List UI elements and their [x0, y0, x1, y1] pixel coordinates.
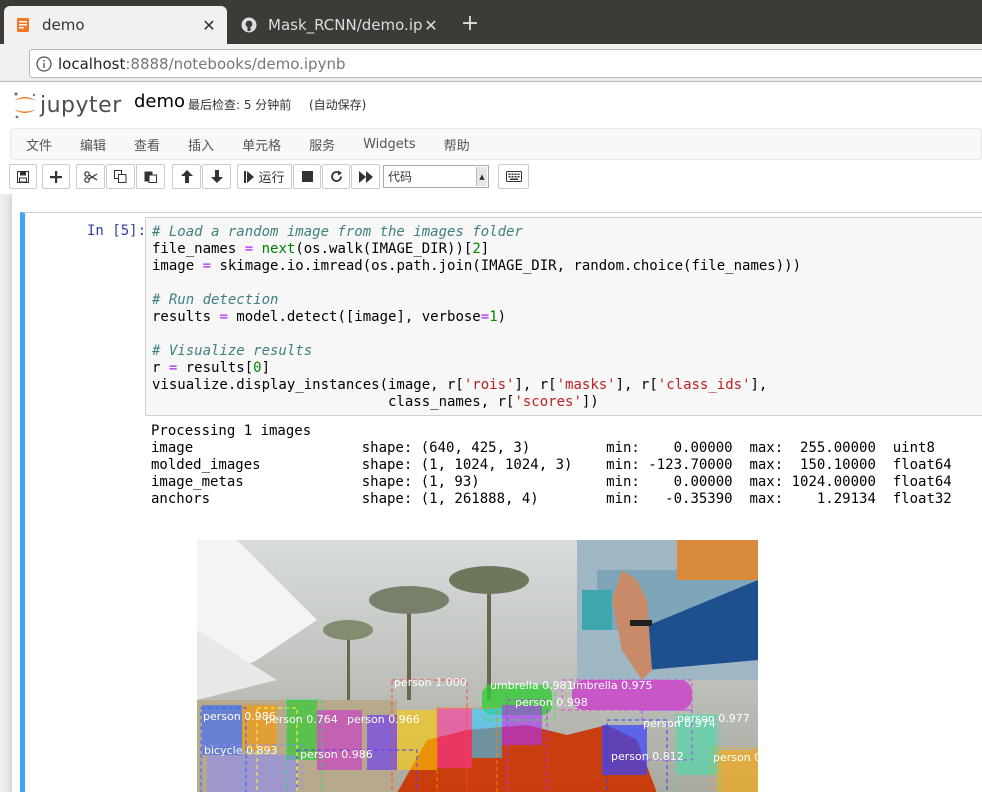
code-line: r = results[0]	[152, 360, 271, 376]
code-line: image = skimage.io.imread(os.path.join(I…	[152, 258, 802, 274]
detection-label: person 1.000	[394, 676, 467, 689]
menu-widgets[interactable]: Widgets	[349, 137, 430, 152]
plus-icon	[50, 170, 62, 183]
close-icon[interactable]: ✕	[201, 16, 217, 35]
checkpoint-status: 最后检查: 5 分钟前	[188, 98, 292, 112]
menu-help[interactable]: 帮助	[430, 135, 484, 154]
menu-cell[interactable]: 单元格	[228, 135, 295, 154]
code-line: visualize.display_instances(image, r['ro…	[152, 377, 768, 393]
menu-file[interactable]: 文件	[11, 135, 66, 154]
stop-icon	[301, 171, 313, 182]
copy-button[interactable]	[106, 164, 135, 189]
code-line: results = model.detect([image], verbose=…	[152, 309, 507, 325]
autosave-status: (自动保存)	[309, 98, 367, 112]
output-line: Processing 1 images	[151, 423, 312, 439]
new-tab-button[interactable]: +	[458, 12, 482, 36]
input-prompt: In [5]:	[87, 223, 147, 239]
command-palette-button[interactable]	[498, 164, 529, 189]
tab-title: demo	[42, 16, 85, 34]
code-cell[interactable]: In [5]: # Load a random image from the i…	[20, 212, 982, 792]
notebook-page: In [5]: # Load a random image from the i…	[12, 194, 982, 792]
notebook-toolbar: 运行 代码 ▲	[9, 164, 982, 190]
tab-title: Mask_RCNN/demo.ipynb	[268, 16, 423, 34]
menu-insert[interactable]: 插入	[174, 135, 228, 154]
fast-forward-icon	[358, 170, 373, 183]
refresh-icon	[330, 170, 342, 182]
detection-label: person 0	[713, 751, 758, 764]
jupyter-logo-icon	[14, 92, 36, 119]
move-up-button[interactable]	[172, 164, 201, 189]
detection-label: umbrella 0.981	[490, 679, 574, 692]
step-forward-icon	[244, 170, 255, 183]
code-line: # Visualize results	[152, 343, 313, 359]
browser-tab-strip: demo ✕ Mask_RCNN/demo.ipynb ✕ +	[0, 0, 982, 44]
info-icon[interactable]	[30, 55, 58, 72]
detection-image: person 1.000 umbrella 0.981 umbrella 0.9…	[197, 540, 758, 792]
menu-kernel[interactable]: 服务	[295, 135, 349, 154]
paste-button[interactable]	[136, 164, 165, 189]
arrow-down-icon	[210, 170, 223, 183]
browser-tab-github[interactable]: Mask_RCNN/demo.ipynb ✕	[230, 6, 449, 44]
detection-label: person 0.974	[643, 717, 716, 730]
jupyter-icon	[14, 16, 32, 34]
menu-view[interactable]: 查看	[120, 135, 174, 154]
menu-edit[interactable]: 编辑	[66, 135, 120, 154]
arrow-up-icon	[180, 170, 193, 183]
output-line: anchors shape: (1, 261888, 4) min: -0.35…	[151, 491, 952, 507]
interrupt-button[interactable]	[293, 164, 321, 189]
notebook-area: In [5]: # Load a random image from the i…	[0, 194, 982, 792]
save-icon	[17, 170, 29, 183]
save-button[interactable]	[9, 164, 37, 189]
url-text: localhost:8888/notebooks/demo.ipynb	[58, 54, 346, 73]
url-field[interactable]: localhost:8888/notebooks/demo.ipynb	[29, 49, 982, 78]
detection-label: person 0.986	[300, 748, 373, 761]
run-all-button[interactable]	[351, 164, 380, 189]
code-editor[interactable]: # Load a random image from the images fo…	[145, 217, 982, 416]
code-line: # Load a random image from the images fo…	[152, 224, 523, 240]
notebook-name[interactable]: demo	[134, 91, 185, 112]
restart-button[interactable]	[322, 164, 350, 189]
detection-label: umbrella 0.975	[569, 679, 653, 692]
detection-label: person 0.764	[265, 713, 338, 726]
output-line: image_metas shape: (1, 93) min: 0.00000 …	[151, 474, 952, 490]
output-line: molded_images shape: (1, 1024, 1024, 3) …	[151, 457, 952, 473]
close-icon[interactable]: ✕	[423, 16, 439, 35]
run-button[interactable]: 运行	[237, 164, 292, 189]
code-line: class_names, r['scores'])	[152, 394, 599, 410]
detection-label: person 0.812	[611, 750, 684, 763]
chevron-down-icon: ▲	[476, 167, 487, 186]
jupyter-logo[interactable]: jupyter	[12, 88, 122, 122]
jupyter-header: jupyter demo 最后检查: 5 分钟前 (自动保存) 文件 编辑 查看…	[0, 82, 982, 194]
menu-bar: 文件 编辑 查看 插入 单元格 服务 Widgets 帮助	[10, 128, 982, 160]
address-bar-row: localhost:8888/notebooks/demo.ipynb	[0, 44, 982, 82]
github-icon	[240, 16, 258, 34]
code-text: # Load a random image from the images fo…	[152, 224, 801, 411]
cut-button[interactable]	[76, 164, 105, 189]
output-line: image shape: (640, 425, 3) min: 0.00000 …	[151, 440, 935, 456]
detection-label: person 0.998	[515, 696, 588, 709]
cell-type-select[interactable]: 代码 ▲	[383, 165, 489, 188]
move-down-button[interactable]	[202, 164, 231, 189]
copy-icon	[114, 170, 127, 183]
insert-cell-button[interactable]	[42, 164, 70, 189]
detection-figure: person 1.000 umbrella 0.981 umbrella 0.9…	[197, 540, 758, 792]
browser-tab-demo[interactable]: demo ✕	[4, 6, 227, 44]
code-line: file_names = next(os.walk(IMAGE_DIR))[2]	[152, 241, 490, 257]
code-line: # Run detection	[152, 292, 279, 308]
paste-icon	[144, 171, 157, 183]
scissors-icon	[83, 170, 97, 183]
detection-label: person 0.966	[347, 713, 420, 726]
detection-label: bicycle 0.893	[204, 744, 277, 757]
output-text: Processing 1 images image shape: (640, 42…	[151, 423, 952, 508]
keyboard-icon	[505, 171, 522, 182]
